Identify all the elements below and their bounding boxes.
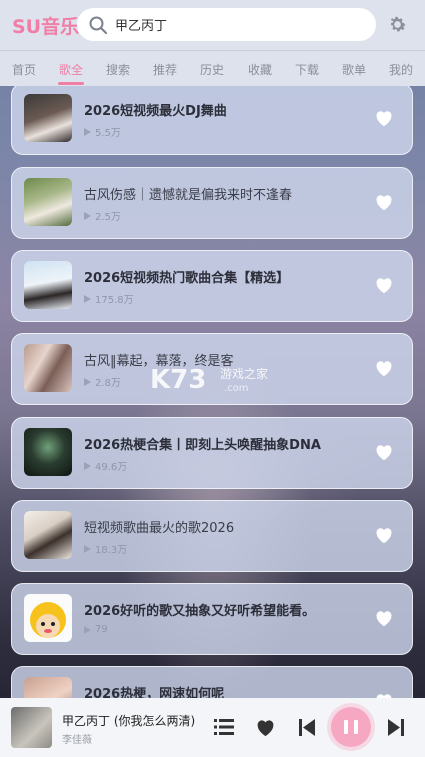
play-icon xyxy=(84,127,91,136)
mini-player[interactable]: 甲乙丙丁 (你我怎么两清) 李佳薇 xyxy=(0,698,425,757)
active-tab-indicator xyxy=(58,82,84,85)
playlist-card[interactable]: 2026短视频热门歌曲合集【精选】 175.8万 xyxy=(11,250,413,322)
search-input[interactable]: 甲乙丙丁 xyxy=(77,8,376,41)
heart-icon[interactable] xyxy=(374,443,394,461)
heart-icon[interactable] xyxy=(374,526,394,544)
heart-icon[interactable] xyxy=(374,359,394,377)
heart-icon[interactable] xyxy=(374,609,394,627)
playlist-title: 2026热梗，网速如何呢 xyxy=(84,687,225,698)
play-count: 18.3万 xyxy=(84,541,127,556)
tab-bar: 首页 歌全 搜索 推荐 历史 收藏 下载 歌单 我的 xyxy=(0,50,425,86)
heart-icon[interactable] xyxy=(374,276,394,294)
playlist-cover xyxy=(24,94,72,142)
playlist-list[interactable]: 2026短视频最火DJ舞曲 5.5万 古风伤感｜遗憾就是偏我来时不逢春 2.5万… xyxy=(0,86,425,698)
tab-recommend[interactable]: 推荐 xyxy=(153,61,177,78)
playlist-title: 古风伤感｜遗憾就是偏我来时不逢春 xyxy=(84,188,293,203)
tab-home[interactable]: 首页 xyxy=(12,61,36,78)
playlist-cover xyxy=(24,261,72,309)
tab-all-songs[interactable]: 歌全 xyxy=(59,61,83,78)
gear-icon[interactable] xyxy=(387,14,408,35)
playlist-title: 2026好听的歌又抽象又好听希望能看。 xyxy=(84,604,316,619)
play-count: 5.5万 xyxy=(84,124,121,139)
play-icon xyxy=(84,461,91,470)
now-playing-artist: 李佳薇 xyxy=(62,735,92,746)
playlist-title: 古风‖幕起，幕落，终是客 xyxy=(84,354,234,369)
playlist-queue-icon[interactable] xyxy=(214,718,234,736)
playlist-card[interactable]: 2026短视频最火DJ舞曲 5.5万 xyxy=(11,86,413,155)
tab-playlists[interactable]: 歌单 xyxy=(342,61,366,78)
duck-avatar-icon xyxy=(30,602,66,638)
playlist-card[interactable]: 2026热梗合集丨即刻上头唤醒抽象DNA 49.6万 xyxy=(11,417,413,489)
playlist-card[interactable]: 古风伤感｜遗憾就是偏我来时不逢春 2.5万 xyxy=(11,167,413,239)
heart-icon[interactable] xyxy=(374,109,394,127)
play-count: 175.8万 xyxy=(84,291,134,306)
next-track-icon[interactable] xyxy=(388,719,404,736)
previous-track-icon[interactable] xyxy=(299,719,315,736)
now-playing-title: 甲乙丙丁 (你我怎么两清) xyxy=(62,714,196,728)
playlist-card[interactable]: 2026热梗，网速如何呢 xyxy=(11,666,413,698)
tab-search[interactable]: 搜索 xyxy=(106,61,130,78)
playlist-cover xyxy=(24,178,72,226)
app-header: SU音乐 甲乙丙丁 xyxy=(0,0,425,50)
play-count: 49.6万 xyxy=(84,458,127,473)
heart-icon[interactable] xyxy=(374,193,394,211)
play-count: 2.5万 xyxy=(84,208,121,223)
play-icon xyxy=(84,211,91,220)
play-icon xyxy=(84,625,91,634)
tab-downloads[interactable]: 下载 xyxy=(295,61,319,78)
playlist-cover xyxy=(24,677,72,698)
playlist-card[interactable]: 短视频歌曲最火的歌2026 18.3万 xyxy=(11,500,413,572)
playlist-cover xyxy=(24,344,72,392)
playlist-title: 2026短视频热门歌曲合集【精选】 xyxy=(84,271,290,286)
search-icon xyxy=(89,16,108,34)
playlist-title: 短视频歌曲最火的歌2026 xyxy=(84,521,235,536)
play-icon xyxy=(84,294,91,303)
search-value: 甲乙丙丁 xyxy=(115,19,168,34)
play-icon xyxy=(84,544,91,553)
now-playing-cover[interactable] xyxy=(11,707,52,748)
play-icon xyxy=(84,377,91,386)
tab-mine[interactable]: 我的 xyxy=(389,61,413,78)
pause-button[interactable] xyxy=(331,707,371,747)
pause-icon xyxy=(344,720,348,734)
tab-favorites[interactable]: 收藏 xyxy=(248,61,272,78)
playlist-card[interactable]: 2026好听的歌又抽象又好听希望能看。 79 xyxy=(11,583,413,655)
playlist-title: 2026热梗合集丨即刻上头唤醒抽象DNA xyxy=(84,438,321,453)
tab-history[interactable]: 历史 xyxy=(200,61,224,78)
app-logo: SU音乐 xyxy=(12,16,80,38)
playlist-cover xyxy=(24,428,72,476)
play-count: 79 xyxy=(84,624,108,635)
playlist-card[interactable]: 古风‖幕起，幕落，终是客 2.8万 xyxy=(11,333,413,405)
play-count: 2.8万 xyxy=(84,374,121,389)
playlist-cover xyxy=(24,594,72,642)
playlist-cover xyxy=(24,511,72,559)
playlist-title: 2026短视频最火DJ舞曲 xyxy=(84,104,227,119)
heart-icon[interactable] xyxy=(255,718,276,737)
